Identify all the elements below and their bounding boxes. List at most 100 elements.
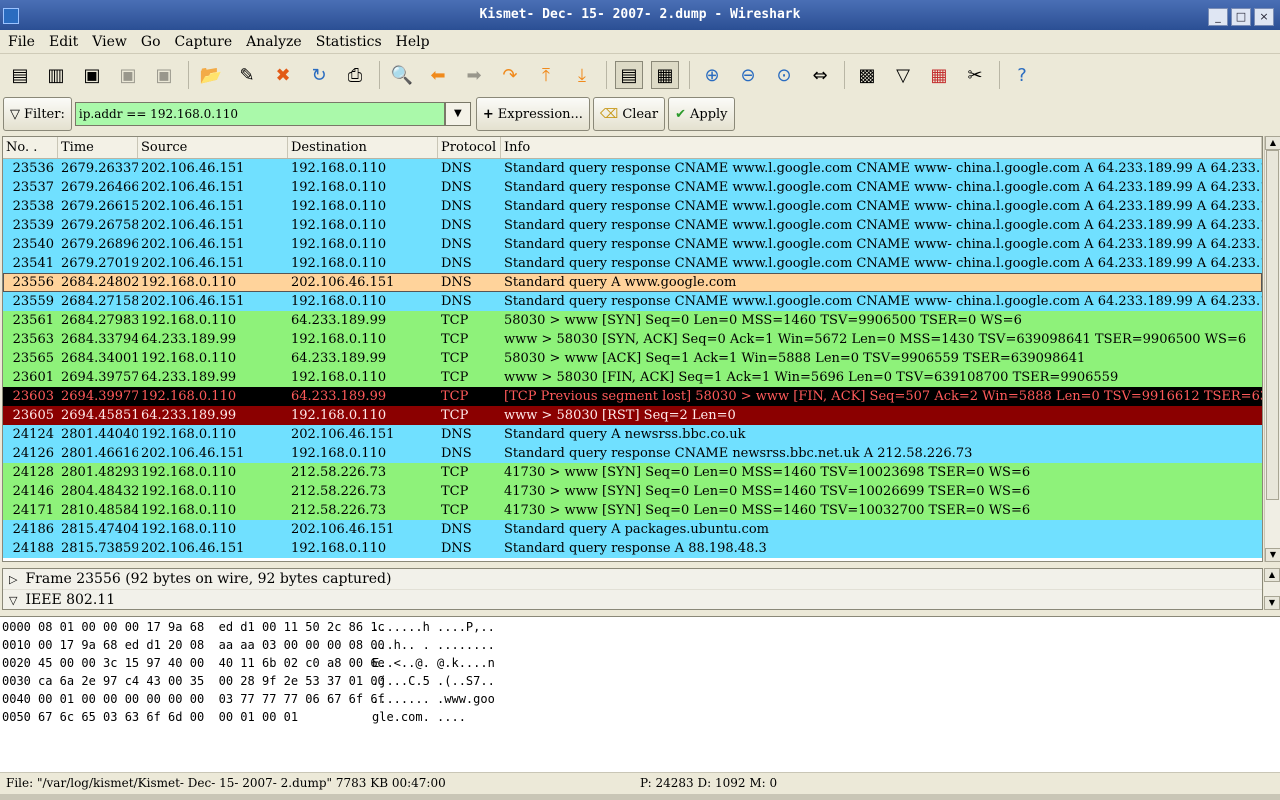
column-header-time[interactable]: Time bbox=[58, 137, 138, 158]
packet-row[interactable]: 23565 2684.340019192.168.0.110 64.233.189.… bbox=[3, 349, 1262, 368]
go-to-packet-icon[interactable]: ↷ bbox=[496, 61, 524, 89]
packet-row[interactable]: 24171 2810.485844192.168.0.110 212.58.226.… bbox=[3, 501, 1262, 520]
menu-go[interactable]: Go bbox=[141, 34, 161, 50]
column-header-protocol[interactable]: Protocol bbox=[438, 137, 501, 158]
packet-row[interactable]: 23559 2684.271588202.106.46.151 192.168.0.… bbox=[3, 292, 1262, 311]
close-file-icon[interactable]: ✖ bbox=[269, 61, 297, 89]
hex-bytes[interactable]: 08 01 00 00 00 17 9a 68 ed d1 00 11 50 2… bbox=[38, 618, 385, 636]
resize-columns-icon[interactable]: ⇔ bbox=[806, 61, 834, 89]
zoom-out-icon[interactable]: ⊖ bbox=[734, 61, 762, 89]
filter-button[interactable]: ▽ Filter: bbox=[3, 97, 72, 131]
find-packet-icon[interactable]: 🔍 bbox=[388, 61, 416, 89]
maximize-button[interactable]: □ bbox=[1231, 8, 1251, 26]
help-icon[interactable]: ? bbox=[1008, 61, 1036, 89]
print-icon[interactable]: ⎙ bbox=[341, 61, 369, 89]
go-back-icon[interactable]: ⬅ bbox=[424, 61, 452, 89]
reload-icon[interactable]: ↻ bbox=[305, 61, 333, 89]
menu-analyze[interactable]: Analyze bbox=[246, 34, 302, 50]
packet-row[interactable]: 24186 2815.474049192.168.0.110 202.106.46.… bbox=[3, 520, 1262, 539]
go-last-icon[interactable]: ⤓ bbox=[568, 61, 596, 89]
hex-offset[interactable]: 0000 bbox=[2, 618, 38, 636]
packet-row[interactable]: 23538 2679.266156202.106.46.151 192.168.0.… bbox=[3, 197, 1262, 216]
colorize-icon[interactable]: ▤ bbox=[615, 61, 643, 89]
hex-offset[interactable]: 0010 bbox=[2, 636, 38, 654]
packet-row[interactable]: 24124 2801.440407192.168.0.110 202.106.46.… bbox=[3, 425, 1262, 444]
hex-ascii[interactable]: E..<..@. @.k....n bbox=[372, 654, 495, 672]
menu-edit[interactable]: Edit bbox=[49, 34, 78, 50]
display-filters-icon[interactable]: ▽ bbox=[889, 61, 917, 89]
packet-row[interactable]: 23563 2684.33794064.233.189.99 192.168.0.1… bbox=[3, 330, 1262, 349]
hex-offset[interactable]: 0030 bbox=[2, 672, 38, 690]
normal-size-icon[interactable]: ⊙ bbox=[770, 61, 798, 89]
hex-offset[interactable]: 0050 bbox=[2, 708, 38, 726]
scroll-up-arrow-icon[interactable]: ▲ bbox=[1264, 568, 1280, 582]
details-scrollbar[interactable]: ▲ ▼ bbox=[1264, 568, 1280, 610]
filter-dropdown-button[interactable]: ▼ bbox=[444, 102, 471, 126]
packet-row[interactable]: 23541 2679.270199202.106.46.151 192.168.0.… bbox=[3, 254, 1262, 273]
packet-row[interactable]: 23537 2679.264668202.106.46.151 192.168.0.… bbox=[3, 178, 1262, 197]
capture-options-icon[interactable]: ▥ bbox=[42, 61, 70, 89]
hex-ascii[interactable]: ........ .www.goo bbox=[372, 690, 495, 708]
packet-row[interactable]: 24128 2801.482932192.168.0.110 212.58.226.… bbox=[3, 463, 1262, 482]
start-capture-icon[interactable]: ▣ bbox=[78, 61, 106, 89]
packet-row[interactable]: 23536 2679.263372202.106.46.151 192.168.0.… bbox=[3, 159, 1262, 178]
menu-help[interactable]: Help bbox=[396, 34, 430, 50]
packet-row[interactable]: 24126 2801.466160202.106.46.151 192.168.0.… bbox=[3, 444, 1262, 463]
column-header-destination[interactable]: Destination bbox=[288, 137, 438, 158]
hex-ascii[interactable]: ...h.. . ........ bbox=[372, 636, 495, 654]
collapse-arrow-icon[interactable]: ▽ bbox=[9, 590, 17, 609]
packet-bytes-pane[interactable]: 0000 08 01 00 00 00 17 9a 68 ed d1 00 11 … bbox=[0, 616, 1280, 772]
packet-list-scrollbar[interactable]: ▲ ▼ bbox=[1264, 136, 1280, 562]
column-header-info[interactable]: Info bbox=[501, 137, 1262, 158]
packet-row[interactable]: 24188 2815.738594202.106.46.151 192.168.0.… bbox=[3, 539, 1262, 558]
hex-ascii[interactable]: .j...C.5 .(..S7.. bbox=[372, 672, 495, 690]
capture-filters-icon[interactable]: ▩ bbox=[853, 61, 881, 89]
auto-scroll-icon[interactable]: ▦ bbox=[651, 61, 679, 89]
hex-ascii[interactable]: .......h ....P,.. bbox=[372, 618, 495, 636]
scrollbar-thumb[interactable] bbox=[1266, 150, 1279, 500]
open-icon[interactable]: 📂 bbox=[197, 61, 225, 89]
scroll-up-arrow-icon[interactable]: ▲ bbox=[1265, 136, 1280, 150]
hex-bytes[interactable]: 00 01 00 00 00 00 00 00 03 77 77 77 06 6… bbox=[38, 690, 385, 708]
close-window-button[interactable]: × bbox=[1254, 8, 1274, 26]
interfaces-icon[interactable]: ▤ bbox=[6, 61, 34, 89]
packet-row[interactable]: 23540 2679.268960202.106.46.151 192.168.0.… bbox=[3, 235, 1262, 254]
packet-row[interactable]: 23539 2679.267586202.106.46.151 192.168.0.… bbox=[3, 216, 1262, 235]
menu-file[interactable]: File bbox=[8, 34, 35, 50]
menu-capture[interactable]: Capture bbox=[175, 34, 233, 50]
menu-view[interactable]: View bbox=[92, 34, 127, 50]
minimize-button[interactable]: _ bbox=[1208, 8, 1228, 26]
clear-button[interactable]: ⌫ Clear bbox=[592, 97, 666, 131]
hex-bytes[interactable]: ca 6a 2e 97 c4 43 00 35 00 28 9f 2e 53 3… bbox=[38, 672, 385, 690]
preferences-icon[interactable]: ✂ bbox=[961, 61, 989, 89]
packet-row[interactable]: 23601 2694.39757564.233.189.99 192.168.0.1… bbox=[3, 368, 1262, 387]
hex-offset[interactable]: 0020 bbox=[2, 654, 38, 672]
hex-ascii[interactable]: gle.com. .... bbox=[372, 708, 466, 726]
column-header-source[interactable]: Source bbox=[138, 137, 288, 158]
hex-bytes[interactable]: 00 17 9a 68 ed d1 20 08 aa aa 03 00 00 0… bbox=[38, 636, 385, 654]
packet-list[interactable]: No. . Time Source Destination Protocol I… bbox=[2, 136, 1263, 562]
packet-row[interactable]: 23603 2694.399774192.168.0.110 64.233.189.… bbox=[3, 387, 1262, 406]
detail-tree-item[interactable]: ▷ Frame 23556 (92 bytes on wire, 92 bytes… bbox=[3, 569, 1262, 590]
save-icon[interactable]: ✎ bbox=[233, 61, 261, 89]
expand-arrow-icon[interactable]: ▷ bbox=[9, 569, 17, 589]
hex-bytes[interactable]: 67 6c 65 03 63 6f 6d 00 00 01 00 01 bbox=[38, 708, 372, 726]
packet-details-pane[interactable]: ▷ Frame 23556 (92 bytes on wire, 92 bytes… bbox=[2, 568, 1263, 610]
packet-row[interactable]: 24146 2804.484329192.168.0.110 212.58.226.… bbox=[3, 482, 1262, 501]
zoom-in-icon[interactable]: ⊕ bbox=[698, 61, 726, 89]
scroll-down-arrow-icon[interactable]: ▼ bbox=[1265, 548, 1280, 562]
scroll-down-arrow-icon[interactable]: ▼ bbox=[1264, 596, 1280, 610]
display-filter-input[interactable]: ip.addr == 192.168.0.110 bbox=[74, 102, 445, 126]
column-header-no[interactable]: No. . bbox=[3, 137, 58, 158]
detail-tree-item[interactable]: ▽ IEEE 802.11 bbox=[3, 590, 1262, 609]
menu-statistics[interactable]: Statistics bbox=[316, 34, 382, 50]
apply-button[interactable]: ✔ Apply bbox=[668, 97, 735, 131]
hex-offset[interactable]: 0040 bbox=[2, 690, 38, 708]
coloring-rules-icon[interactable]: ▦ bbox=[925, 61, 953, 89]
hex-bytes[interactable]: 45 00 00 3c 15 97 40 00 40 11 6b 02 c0 a… bbox=[38, 654, 385, 672]
go-first-icon[interactable]: ⤒ bbox=[532, 61, 560, 89]
packet-row[interactable]: 23605 2694.45851864.233.189.99 192.168.0.1… bbox=[3, 406, 1262, 425]
packet-row[interactable]: 23556 2684.248020192.168.0.110 202.106.46.… bbox=[3, 273, 1262, 292]
expression-button[interactable]: + Expression... bbox=[475, 97, 590, 131]
packet-row[interactable]: 23561 2684.279836192.168.0.110 64.233.189.… bbox=[3, 311, 1262, 330]
